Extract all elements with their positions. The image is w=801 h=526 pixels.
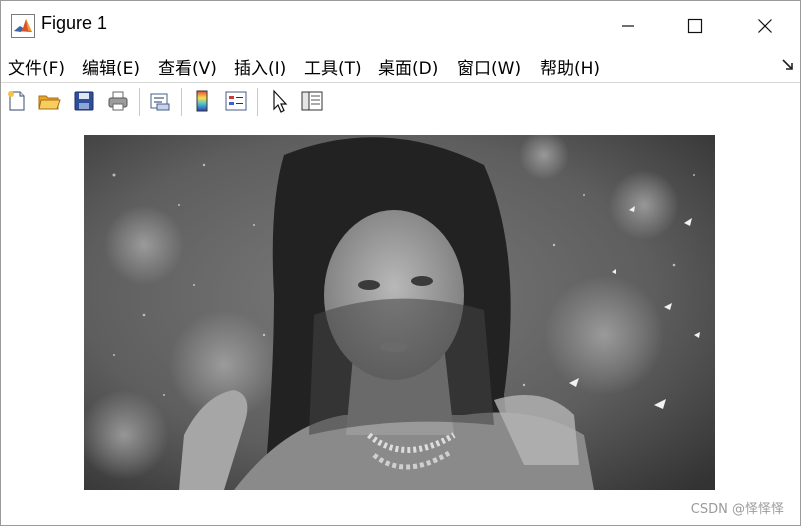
toolbar-separator (139, 88, 140, 116)
menu-desktop[interactable]: 桌面(D) (378, 54, 438, 79)
toolbar-separator (257, 88, 258, 116)
insert-legend-icon (225, 91, 247, 111)
open-file-icon (38, 95, 61, 110)
menu-window[interactable]: 窗口(W) (457, 54, 521, 79)
link-plot-icon (150, 93, 170, 111)
menu-view[interactable]: 查看(V) (158, 54, 217, 79)
toolbar-separator (181, 88, 182, 116)
menu-tools[interactable]: 工具(T) (304, 54, 362, 79)
close-button[interactable] (742, 1, 788, 51)
maximize-icon (687, 18, 703, 34)
property-inspector-icon (301, 91, 323, 111)
save-button[interactable] (71, 88, 97, 114)
figure-toolbar (1, 82, 800, 122)
print-icon (108, 91, 128, 111)
save-icon (74, 91, 94, 111)
dock-arrow-icon[interactable] (782, 59, 794, 71)
figure-window: Figure 1 文件(F) 编辑(E) 查看(V) 插入(I) 工具(T) 桌… (0, 0, 801, 526)
edit-plot-arrow-icon (273, 89, 288, 113)
maximize-button[interactable] (672, 1, 718, 51)
window-title: Figure 1 (41, 13, 108, 33)
menu-bar: 文件(F) 编辑(E) 查看(V) 插入(I) 工具(T) 桌面(D) 窗口(W… (1, 51, 800, 81)
insert-colorbar-icon (196, 90, 208, 112)
new-figure-button[interactable] (4, 88, 30, 114)
menu-help[interactable]: 帮助(H) (540, 54, 600, 79)
menu-insert[interactable]: 插入(I) (234, 54, 286, 79)
new-figure-icon (8, 91, 25, 111)
close-icon (758, 19, 772, 33)
menu-edit[interactable]: 编辑(E) (82, 54, 140, 79)
insert-legend-button[interactable] (223, 88, 249, 114)
minimize-icon (622, 25, 634, 27)
link-plot-button[interactable] (147, 88, 173, 114)
property-inspector-button[interactable] (299, 88, 325, 114)
matlab-logo-icon (11, 14, 35, 38)
grayscale-portrait-image[interactable] (84, 135, 715, 490)
insert-colorbar-button[interactable] (189, 88, 215, 114)
title-bar[interactable]: Figure 1 (1, 1, 800, 51)
open-file-button[interactable] (36, 88, 62, 114)
menu-file[interactable]: 文件(F) (8, 54, 65, 79)
minimize-button[interactable] (605, 1, 651, 51)
edit-plot-button[interactable] (266, 88, 292, 114)
image-content (84, 135, 715, 490)
print-button[interactable] (105, 88, 131, 114)
watermark-text: CSDN @怿怿怿 (690, 502, 784, 517)
